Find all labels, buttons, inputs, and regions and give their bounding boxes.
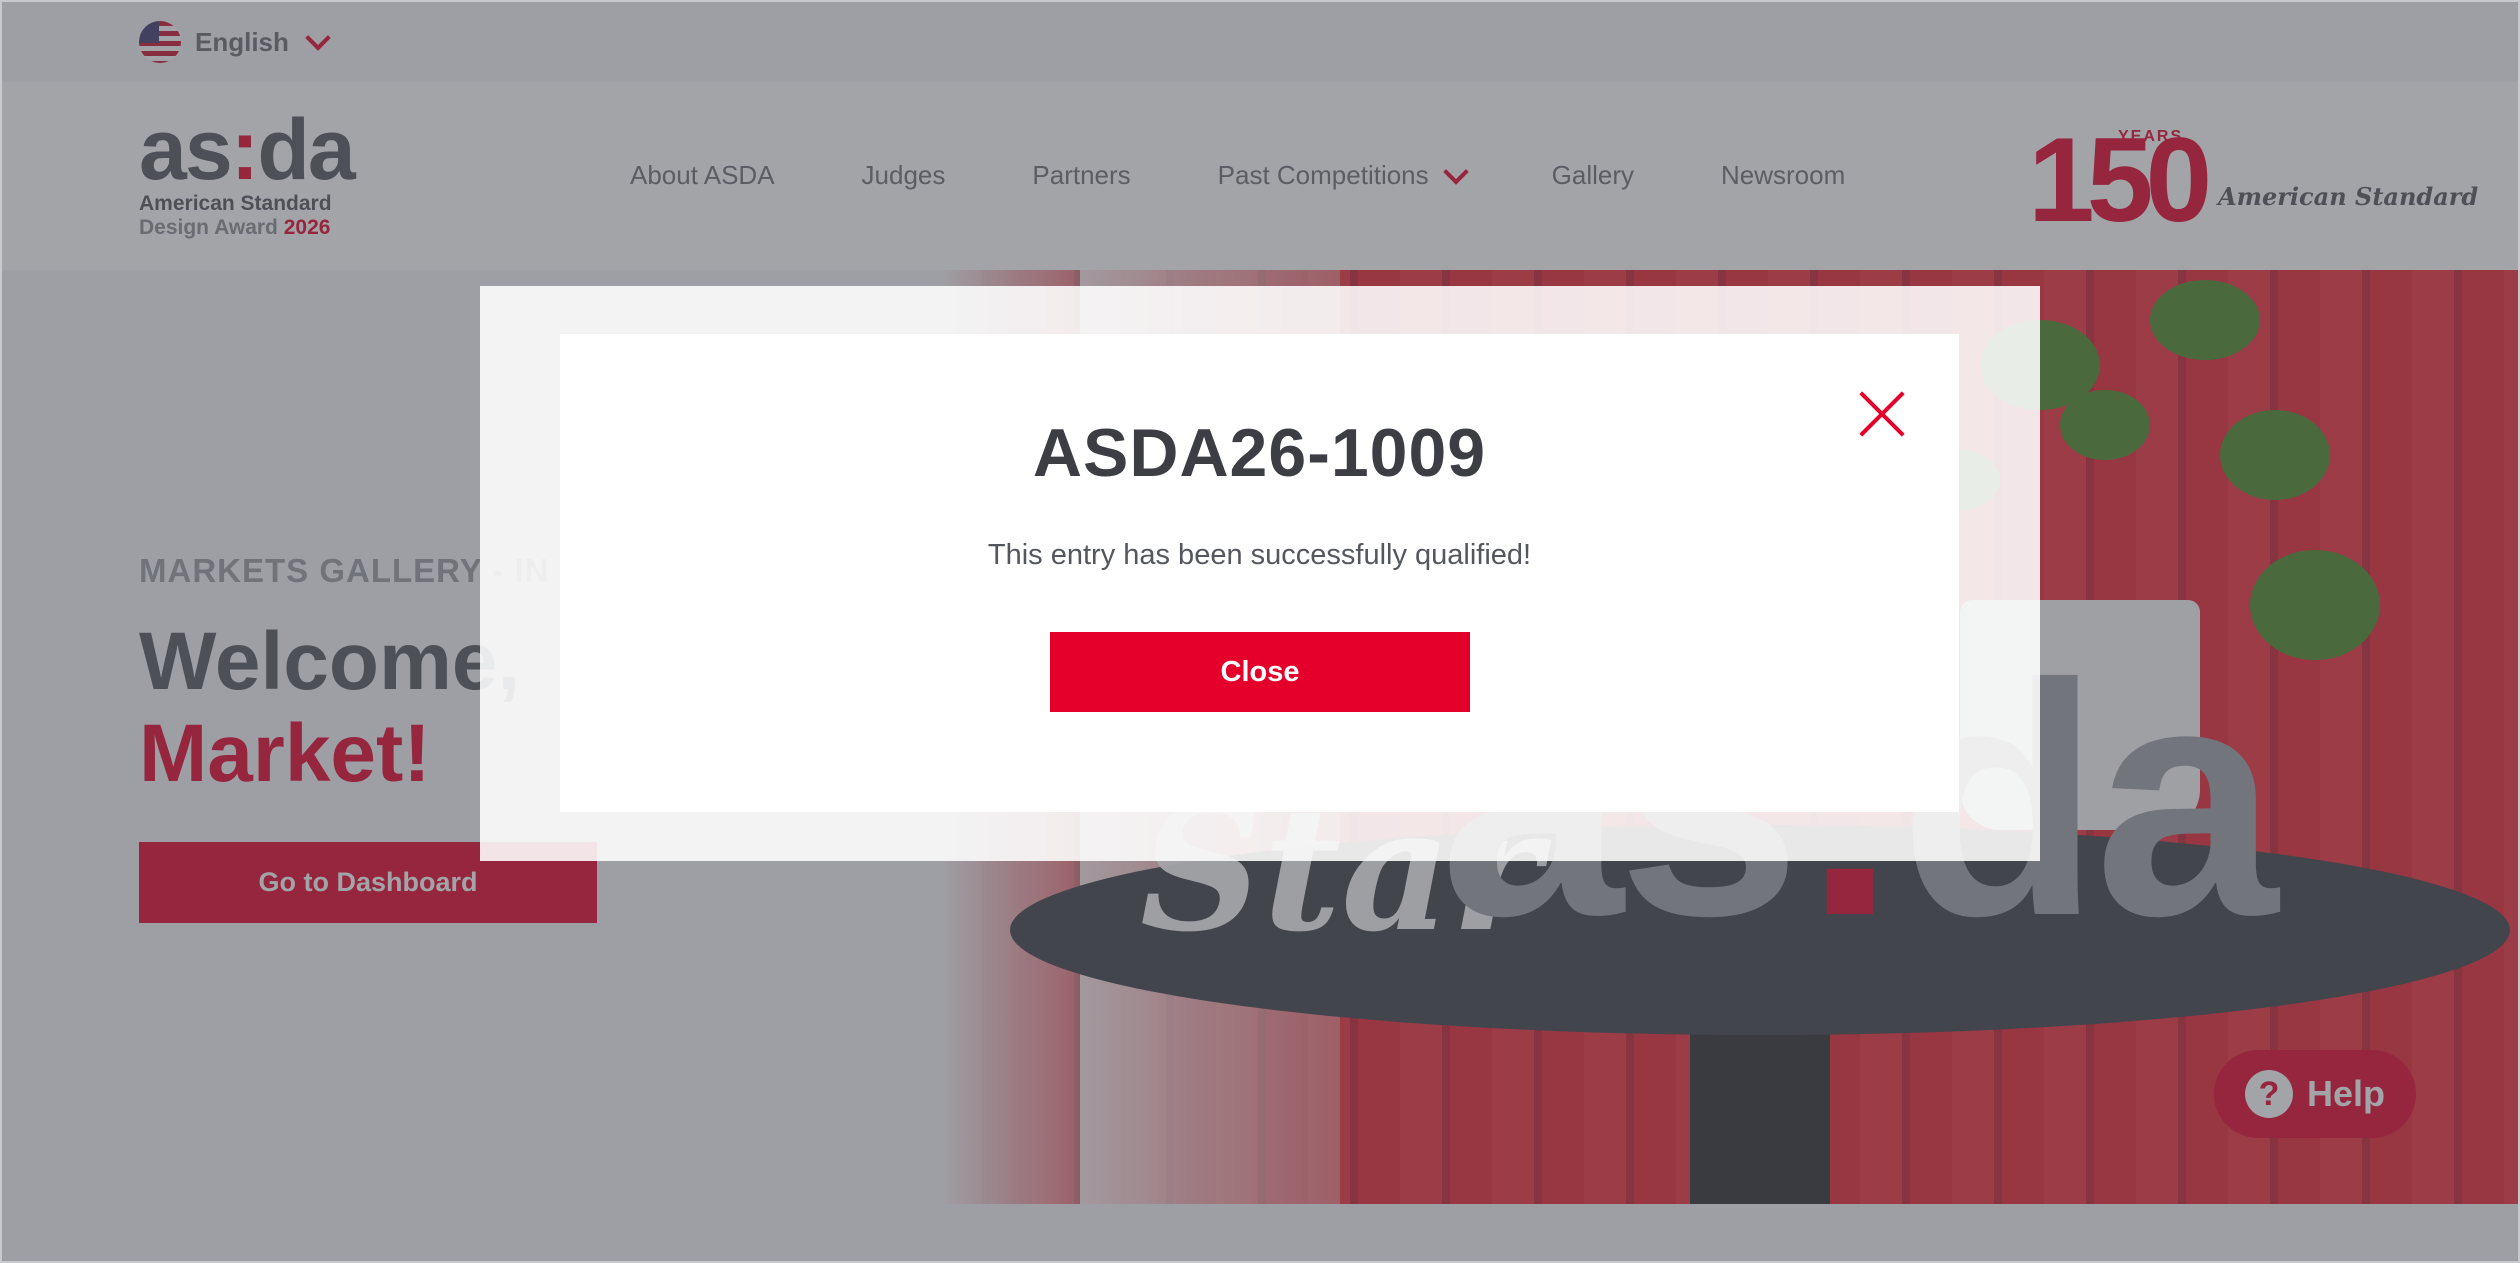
- qualification-modal: ASDA26-1009 This entry has been successf…: [560, 334, 1959, 812]
- page: English as:da American Standard Design A…: [0, 0, 2520, 1263]
- close-button[interactable]: Close: [1050, 632, 1470, 712]
- modal-title: ASDA26-1009: [1032, 415, 1487, 491]
- modal-message: This entry has been successfully qualifi…: [987, 539, 1532, 571]
